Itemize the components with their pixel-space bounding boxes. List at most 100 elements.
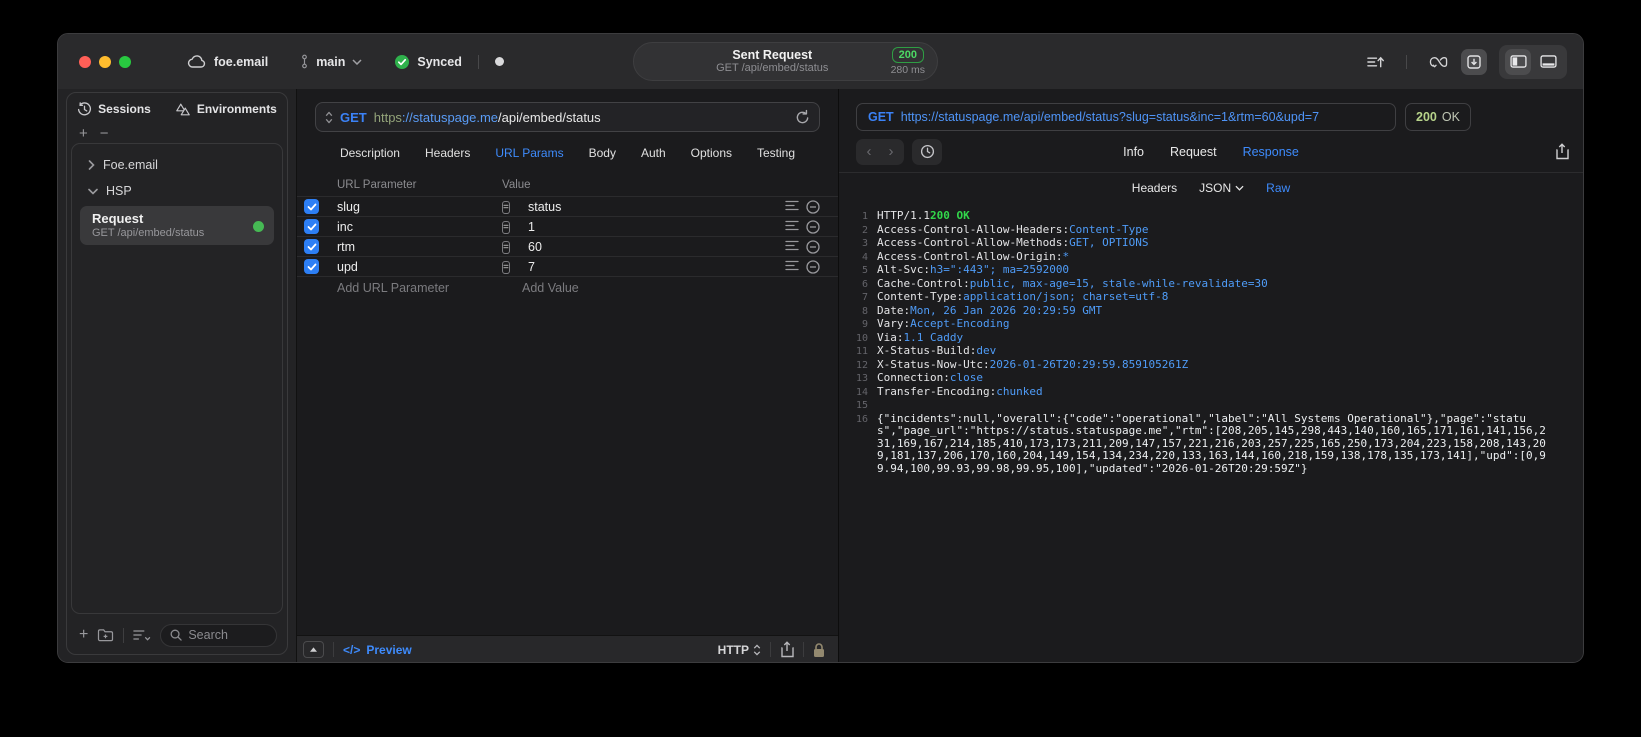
divider xyxy=(770,642,771,657)
response-body-json: {"incidents":null,"overall":{"code":"ope… xyxy=(877,411,1546,475)
tab-options[interactable]: Options xyxy=(691,146,732,160)
scroll-to-top-button[interactable] xyxy=(1362,49,1388,75)
param-name-input[interactable]: rtm xyxy=(337,240,502,254)
response-header-line: 3 Access-Control-Allow-Methods: GET, OPTI… xyxy=(850,236,1569,251)
tree-item-foe-email[interactable]: Foe.email xyxy=(76,152,278,178)
new-folder-icon[interactable] xyxy=(97,628,114,642)
project-switcher[interactable]: foe.email xyxy=(187,55,268,69)
toggle-bottom-panel-button[interactable] xyxy=(1535,49,1561,75)
code-icon: </> xyxy=(343,642,361,657)
back-button[interactable]: ‹ xyxy=(858,141,880,163)
sidebar-tab-environments[interactable]: Environments xyxy=(175,102,277,117)
export-response-icon[interactable] xyxy=(1555,143,1569,160)
title-bar: foe.email main Synced Sent Request GET /… xyxy=(58,34,1583,89)
request-duration: 280 ms xyxy=(890,64,925,76)
param-name-input[interactable]: slug xyxy=(337,200,502,214)
remove-param-icon[interactable] xyxy=(806,259,820,274)
lines-up-arrow-icon xyxy=(1366,56,1384,67)
method-stepper-icon[interactable] xyxy=(325,111,333,124)
request-list-item-selected[interactable]: Request GET /api/embed/status xyxy=(80,206,274,245)
response-view-switch: Headers JSON Raw xyxy=(839,173,1583,203)
reorder-lines-icon[interactable] xyxy=(785,220,799,231)
tab-response[interactable]: Response xyxy=(1243,145,1299,159)
loop-button[interactable] xyxy=(1425,49,1451,75)
zoom-window-button[interactable] xyxy=(119,55,131,68)
request-url[interactable]: https://statuspage.me/api/embed/status xyxy=(374,110,601,125)
tab-request[interactable]: Request xyxy=(1170,145,1217,159)
close-window-button[interactable] xyxy=(79,55,91,68)
view-headers[interactable]: Headers xyxy=(1132,181,1177,195)
tab-testing[interactable]: Testing xyxy=(757,146,795,160)
branch-selector[interactable]: main xyxy=(300,54,362,69)
remove-item-button[interactable]: − xyxy=(100,126,109,141)
tab-url-params[interactable]: URL Params xyxy=(495,146,563,160)
record-dot-icon[interactable] xyxy=(494,57,504,66)
request-method[interactable]: GET xyxy=(340,110,367,125)
param-name-input[interactable]: upd xyxy=(337,260,502,274)
lock-icon[interactable] xyxy=(813,642,825,658)
view-json-label: JSON xyxy=(1199,181,1232,195)
preview-button[interactable]: </> Preview xyxy=(343,643,412,657)
reorder-lines-icon[interactable] xyxy=(785,240,799,251)
remove-param-icon[interactable] xyxy=(806,199,820,214)
add-item-button[interactable]: + xyxy=(79,126,88,141)
search-placeholder: Search xyxy=(188,628,228,642)
tab-auth[interactable]: Auth xyxy=(641,146,666,160)
import-request-button[interactable] xyxy=(1461,48,1487,75)
column-value: Value xyxy=(502,179,531,191)
history-button[interactable] xyxy=(912,138,942,165)
request-url-bar[interactable]: GET https://statuspage.me/api/embed/stat… xyxy=(315,102,820,132)
response-header-line: 4 Access-Control-Allow-Origin: * xyxy=(850,250,1569,265)
search-input[interactable]: Search xyxy=(160,623,277,647)
param-value-input[interactable]: 1 xyxy=(522,220,780,234)
bottom-panel-icon xyxy=(1539,55,1557,68)
panel-toggle-group xyxy=(1499,44,1567,79)
share-icon[interactable] xyxy=(780,641,794,658)
param-checkbox-checked[interactable] xyxy=(304,239,319,254)
sidebar-tab-sessions[interactable]: Sessions xyxy=(77,101,151,117)
reorder-lines-icon[interactable] xyxy=(785,260,799,271)
param-value-input[interactable]: 7 xyxy=(522,260,780,274)
app-window: foe.email main Synced Sent Request GET /… xyxy=(57,33,1584,663)
sent-request-summary[interactable]: Sent Request GET /api/embed/status 200 2… xyxy=(633,42,938,81)
add-param-value[interactable]: Add Value xyxy=(522,281,780,295)
response-tabs: Info Request Response xyxy=(839,145,1583,159)
toggle-sidebar-button[interactable] xyxy=(1505,48,1531,75)
view-raw[interactable]: Raw xyxy=(1266,181,1290,195)
param-name-input[interactable]: inc xyxy=(337,220,502,234)
branch-name: main xyxy=(316,54,346,69)
reorder-lines-icon[interactable] xyxy=(785,200,799,211)
param-checkbox-checked[interactable] xyxy=(304,199,319,214)
view-json[interactable]: JSON xyxy=(1199,181,1244,195)
sidebar: Sessions Environments + − Foe.email HSP … xyxy=(58,89,296,662)
tree-item-hsp[interactable]: HSP xyxy=(76,178,278,204)
sort-list-icon[interactable] xyxy=(133,629,151,641)
raw-response-view[interactable]: 1 HTTP/1.1 200 OK 2 Access-Control-Allow-He… xyxy=(839,203,1583,662)
tab-info[interactable]: Info xyxy=(1123,145,1144,159)
response-status-code: 200 xyxy=(1416,110,1437,124)
response-status-box: 200 OK xyxy=(1405,103,1471,131)
sidebar-left-icon xyxy=(1509,55,1527,68)
add-param-name[interactable]: Add URL Parameter xyxy=(337,281,502,295)
send-refresh-icon[interactable] xyxy=(795,109,810,125)
new-request-button[interactable]: + xyxy=(79,627,88,643)
forward-button[interactable]: › xyxy=(880,141,902,163)
param-checkbox-checked[interactable] xyxy=(304,259,319,274)
remove-param-icon[interactable] xyxy=(806,219,820,234)
remove-param-icon[interactable] xyxy=(806,239,820,254)
collapse-panel-button[interactable] xyxy=(303,641,324,658)
tab-headers[interactable]: Headers xyxy=(425,146,470,160)
minimize-window-button[interactable] xyxy=(99,55,111,68)
param-checkbox-checked[interactable] xyxy=(304,219,319,234)
divider xyxy=(803,642,804,657)
tab-description[interactable]: Description xyxy=(340,146,400,160)
protocol-selector[interactable]: HTTP xyxy=(718,643,761,657)
branch-icon xyxy=(302,54,308,69)
param-value-input[interactable]: 60 xyxy=(522,240,780,254)
response-url-bar[interactable]: GET https://statuspage.me/api/embed/stat… xyxy=(856,103,1396,131)
sync-status[interactable]: Synced xyxy=(394,54,462,70)
tab-body[interactable]: Body xyxy=(589,146,616,160)
chevron-down-icon xyxy=(88,188,98,195)
param-rows: slug = status inc = 1 rtm = 60 upd = 7 xyxy=(297,196,838,276)
param-value-input[interactable]: status xyxy=(522,200,780,214)
